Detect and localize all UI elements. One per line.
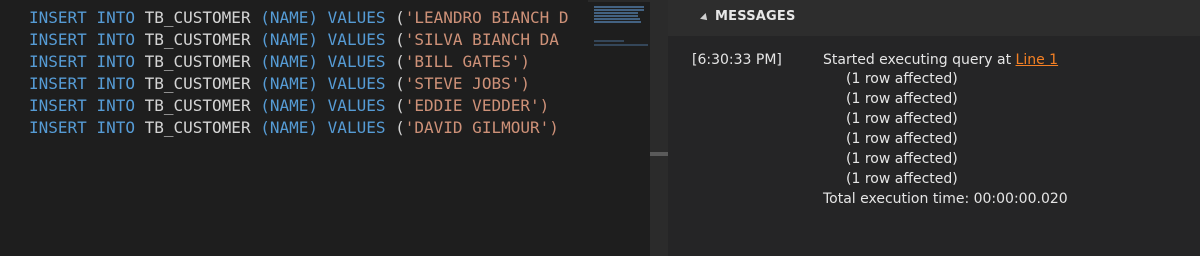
- keyword: INSERT: [29, 96, 87, 115]
- column-name: NAME: [269, 8, 309, 27]
- keyword: VALUES: [327, 96, 386, 115]
- minimap-slider[interactable]: [588, 0, 650, 2]
- keyword: INTO: [96, 8, 135, 27]
- table-name: TB_CUSTOMER: [144, 96, 251, 115]
- paren: (: [395, 30, 405, 49]
- paren: (: [260, 74, 270, 93]
- minimap-line: [594, 15, 638, 17]
- minimap-line: [594, 21, 641, 23]
- keyword: INSERT: [29, 118, 87, 137]
- keyword: VALUES: [327, 52, 386, 71]
- row-affected-message: (1 row affected): [846, 171, 958, 187]
- keyword: INSERT: [29, 74, 87, 93]
- paren: ): [308, 52, 319, 71]
- minimap-line: [594, 40, 624, 42]
- keyword: INTO: [96, 96, 135, 115]
- minimap-line: [594, 44, 648, 46]
- keyword: VALUES: [327, 118, 386, 137]
- started-message: Started executing query at Line 1: [823, 50, 1058, 70]
- paren: (: [260, 30, 270, 49]
- code-line[interactable]: INSERT INTO TB_CUSTOMER (NAME) VALUES ('…: [29, 51, 530, 73]
- keyword: INTO: [96, 74, 135, 93]
- row-affected-message: (1 row affected): [846, 71, 958, 87]
- table-name: TB_CUSTOMER: [144, 30, 251, 49]
- code-line[interactable]: INSERT INTO TB_CUSTOMER (NAME) VALUES ('…: [29, 29, 569, 51]
- paren: (: [395, 8, 405, 27]
- line-link[interactable]: Line 1: [1016, 52, 1059, 68]
- paren: ): [308, 96, 319, 115]
- code-line[interactable]: INSERT INTO TB_CUSTOMER (NAME) VALUES ('…: [29, 95, 549, 117]
- code-line[interactable]: INSERT INTO TB_CUSTOMER (NAME) VALUES ('…: [29, 117, 559, 139]
- scrollbar-thumb[interactable]: [650, 152, 668, 156]
- column-name: NAME: [269, 118, 309, 137]
- string-literal: 'EDDIE VEDDER'): [404, 96, 550, 115]
- paren: ): [308, 74, 319, 93]
- table-name: TB_CUSTOMER: [144, 8, 251, 27]
- vertical-scrollbar[interactable]: [650, 0, 668, 256]
- paren: (: [395, 52, 405, 71]
- string-literal: 'SILVA BIANCH DA: [404, 30, 569, 49]
- paren: (: [260, 52, 270, 71]
- string-literal: 'LEANDRO BIANCH D: [404, 8, 569, 27]
- messages-header-label: MESSAGES: [715, 9, 796, 24]
- paren: (: [395, 118, 405, 137]
- paren: ): [308, 30, 319, 49]
- table-name: TB_CUSTOMER: [144, 74, 251, 93]
- keyword: INTO: [96, 30, 135, 49]
- code-line[interactable]: INSERT INTO TB_CUSTOMER (NAME) VALUES ('…: [29, 73, 530, 95]
- string-literal: 'DAVID GILMOUR'): [404, 118, 559, 137]
- column-name: NAME: [269, 52, 309, 71]
- keyword: INSERT: [29, 30, 87, 49]
- keyword: VALUES: [327, 74, 386, 93]
- paren: (: [395, 74, 405, 93]
- table-name: TB_CUSTOMER: [144, 52, 251, 71]
- keyword: VALUES: [327, 30, 386, 49]
- started-prefix: Started executing query at: [823, 52, 1016, 68]
- paren: ): [308, 118, 319, 137]
- paren: (: [395, 96, 405, 115]
- string-literal: 'BILL GATES'): [404, 52, 530, 71]
- keyword: INSERT: [29, 8, 87, 27]
- string-literal: 'STEVE JOBS'): [404, 74, 530, 93]
- table-name: TB_CUSTOMER: [144, 118, 251, 137]
- minimap-line: [594, 6, 644, 8]
- code-editor[interactable]: INSERT INTO TB_CUSTOMER (NAME) VALUES ('…: [0, 0, 588, 256]
- paren: ): [308, 8, 319, 27]
- row-affected-message: (1 row affected): [846, 91, 958, 107]
- row-affected-message: (1 row affected): [846, 131, 958, 147]
- keyword: INTO: [96, 118, 135, 137]
- column-name: NAME: [269, 74, 309, 93]
- keyword: INTO: [96, 52, 135, 71]
- keyword: VALUES: [327, 8, 386, 27]
- paren: (: [260, 8, 270, 27]
- row-affected-message: (1 row affected): [846, 151, 958, 167]
- minimap-line: [594, 12, 638, 14]
- keyword: INSERT: [29, 52, 87, 71]
- message-timestamp: [6:30:33 PM]: [692, 52, 782, 68]
- minimap-line: [594, 18, 640, 20]
- paren: (: [260, 96, 270, 115]
- column-name: NAME: [269, 96, 309, 115]
- minimap-line: [594, 9, 644, 11]
- column-name: NAME: [269, 30, 309, 49]
- paren: (: [260, 118, 270, 137]
- code-line[interactable]: INSERT INTO TB_CUSTOMER (NAME) VALUES ('…: [29, 7, 569, 29]
- minimap[interactable]: [588, 0, 650, 256]
- row-affected-message: (1 row affected): [846, 111, 958, 127]
- total-execution-time: Total execution time: 00:00:00.020: [823, 191, 1068, 207]
